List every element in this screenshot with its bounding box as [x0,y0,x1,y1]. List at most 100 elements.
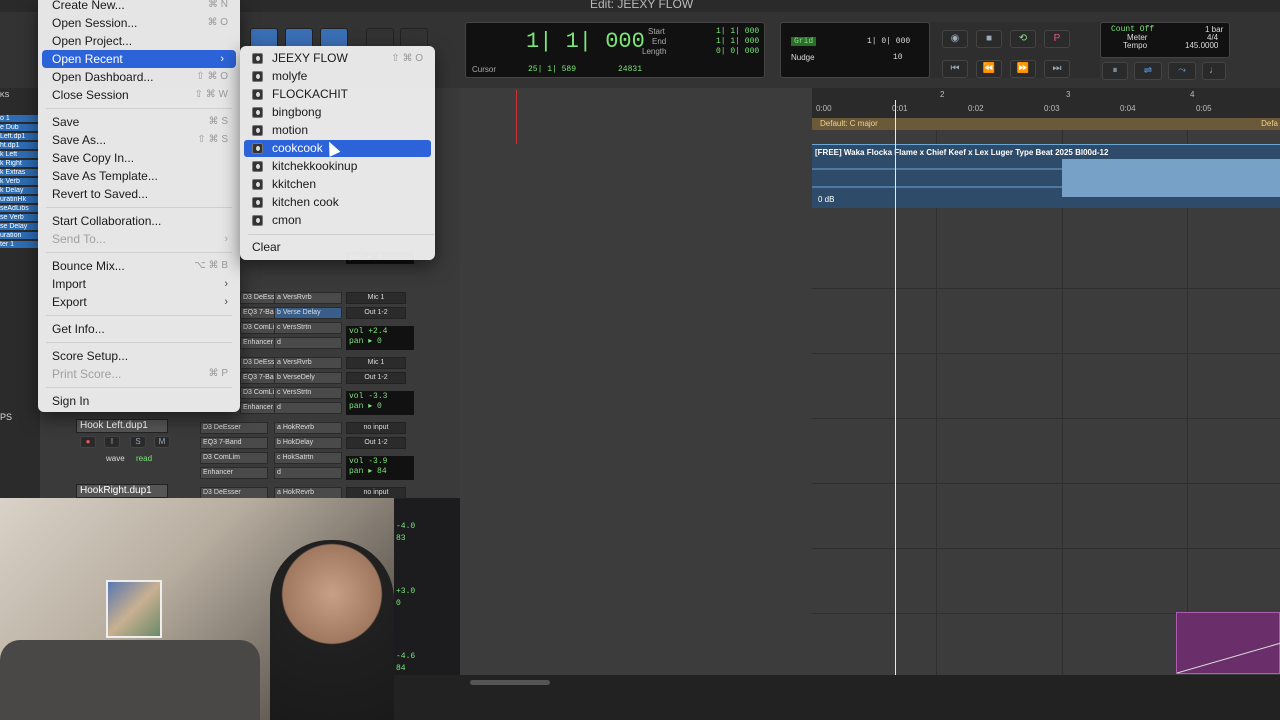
input-monitor-button[interactable]: I [104,436,120,448]
stop-button[interactable]: ■ [976,30,1002,48]
input-selector[interactable]: Mic 1 [346,292,406,304]
menu-item-save[interactable]: Save ⌘ S [38,113,240,131]
menu-item-open-dashboard[interactable]: Open Dashboard... ⇧ ⌘ O [38,68,240,86]
output-selector[interactable]: Out 1-2 [346,372,406,384]
send-slot[interactable]: a HokRevrb [274,422,342,434]
clear-recent-button[interactable]: Clear [244,239,431,256]
menu-item-bounce-mix[interactable]: Bounce Mix... ⌥ ⌘ B [38,257,240,275]
recent-session-item[interactable]: kitchen cook [244,194,431,211]
view-selector[interactable]: wave [106,454,125,463]
nudge-value[interactable]: 10 [893,53,903,62]
vol-pan-readout[interactable]: vol -3.9 pan ▸ 84 [346,456,414,480]
track-list-item[interactable]: uratinHk [0,196,40,203]
nudge-label[interactable]: Nudge [791,53,815,62]
insert-slot[interactable]: Enhancer [200,467,268,479]
send-slot[interactable]: c VersStrtn [274,322,342,334]
menu-item-import[interactable]: Import › [38,275,240,293]
grid-label[interactable]: Grid [791,37,817,46]
menu-item-close-session[interactable]: Close Session ⇧ ⌘ W [38,86,240,104]
menu-item-save-as[interactable]: Save As... ⇧ ⌘ S [38,131,240,149]
track-list-item[interactable]: ht.dp1 [0,142,40,149]
recent-session-item[interactable]: bingbong [244,104,431,121]
menu-item-save-as-template[interactable]: Save As Template... [38,167,240,185]
track-list-item[interactable]: k Delay [0,187,40,194]
track-list-item[interactable]: uration [0,232,40,239]
recent-session-item[interactable]: JEEXY FLOW ⇧ ⌘ O [244,50,431,67]
track-list-item[interactable]: k Extras [0,169,40,176]
online-button[interactable]: ◉ [942,30,968,48]
menu-item-open-session[interactable]: Open Session... ⌘ O [38,14,240,32]
length-value[interactable]: 0| 0| 000 [716,47,759,56]
solo-button[interactable]: S [130,436,146,448]
recent-session-item[interactable]: FLOCKACHIT [244,86,431,103]
recent-session-item[interactable]: motion [244,122,431,139]
menu-item-sign-in[interactable]: Sign In [38,392,240,410]
input-selector[interactable]: Mic 1 [346,357,406,369]
vol-pan-readout[interactable]: vol -3.3 pan ▸ 0 [346,391,414,415]
menu-item-revert-to-saved[interactable]: Revert to Saved... [38,185,240,203]
tempo-panel[interactable]: Count Off Meter Tempo 1 bar 4/4 145.0000 [1100,22,1230,58]
menu-item-export[interactable]: Export › [38,293,240,311]
recent-session-item[interactable]: molyfe [244,68,431,85]
clip-gain[interactable]: 0 dB [818,195,834,204]
insert-slot[interactable]: D3 DeEsser [200,422,268,434]
punch-button[interactable]: P [1044,30,1070,48]
key-signature-ruler[interactable]: Default: C major Defa [812,118,1280,130]
send-slot[interactable]: b Verse Delay [274,307,342,319]
menu-item-create-new[interactable]: Create New... ⌘ N [38,0,240,14]
track-list-item[interactable]: seAdLibs [0,205,40,212]
audio-clip[interactable]: [FREE] Waka Flocka Flame x Chief Keef x … [812,144,1280,208]
track-list-item[interactable]: se Verb [0,214,40,221]
automation-mode[interactable]: read [136,454,152,463]
rewind-button[interactable]: ⏪ [976,60,1002,78]
record-enable-button[interactable]: ● [80,436,96,448]
menu-item-save-copy-in[interactable]: Save Copy In... [38,149,240,167]
send-slot[interactable]: d [274,402,342,414]
metronome-button[interactable]: ♩ [1202,62,1226,80]
menu-item-open-recent[interactable]: Open Recent › [42,50,236,68]
input-selector[interactable]: no input [346,422,406,434]
send-slot[interactable]: c VersStrtn [274,387,342,399]
recent-session-item[interactable]: kkitchen [244,176,431,193]
track-list-item[interactable]: se Delay [0,223,40,230]
horizontal-scrollbar[interactable] [470,680,550,685]
send-slot[interactable]: a VersRvrb [274,292,342,304]
insert-slot[interactable]: EQ3 7-Band [200,437,268,449]
end-value[interactable]: 1| 1| 000 [716,37,759,46]
menu-item-get-info[interactable]: Get Info... [38,320,240,338]
loop-record-button[interactable]: ⏸ [1102,62,1128,80]
track-list-item[interactable]: Left.dp1 [0,133,40,140]
timeline-ruler[interactable]: 2 3 4 0:00 0:01 0:02 0:03 0:04 0:05 [812,88,1280,118]
playhead[interactable] [895,100,896,675]
fast-forward-button[interactable]: ⏩ [1010,60,1036,78]
send-slot[interactable]: c HokSatrtn [274,452,342,464]
send-slot[interactable]: b VerseDely [274,372,342,384]
menu-item-score-setup[interactable]: Score Setup... [38,347,240,365]
menu-item-start-collaboration[interactable]: Start Collaboration... [38,212,240,230]
send-slot[interactable]: b HokDelay [274,437,342,449]
track-list-item[interactable]: k Right [0,160,40,167]
output-selector[interactable]: Out 1-2 [346,437,406,449]
return-to-zero-button[interactable]: ⏮ [942,60,968,78]
send-slot[interactable]: d [274,337,342,349]
send-slot[interactable]: a VersRvrb [274,357,342,369]
midi-merge-button[interactable]: ⇌ [1134,62,1162,80]
send-slot[interactable]: d [274,467,342,479]
track-list-item[interactable]: e Dub [0,124,40,131]
vol-pan-readout[interactable]: vol +2.4 pan ▸ 0 [346,326,414,350]
main-counter-panel[interactable]: 1| 1| 000 Start End Length 1| 1| 000 1| … [465,22,765,78]
tempo-ruler-button[interactable]: ⤳ [1168,62,1196,80]
output-selector[interactable]: Out 1-2 [346,307,406,319]
track-list-item[interactable]: k Left [0,151,40,158]
loop-button[interactable]: ⟲ [1010,30,1036,48]
track-list-item[interactable]: o 1 [0,115,40,122]
track-list-item[interactable]: ter 1 [0,241,40,248]
track-list-item[interactable]: k Verb [0,178,40,185]
recent-session-item[interactable]: cmon [244,212,431,229]
menu-item-open-project[interactable]: Open Project... [38,32,240,50]
recent-session-item[interactable]: kitchekkookinup [244,158,431,175]
track-name[interactable]: Hook Left.dup1 [76,419,168,433]
midi-clip[interactable] [1176,612,1280,674]
go-to-end-button[interactable]: ⏭ [1044,60,1070,78]
mute-button[interactable]: M [154,436,170,448]
